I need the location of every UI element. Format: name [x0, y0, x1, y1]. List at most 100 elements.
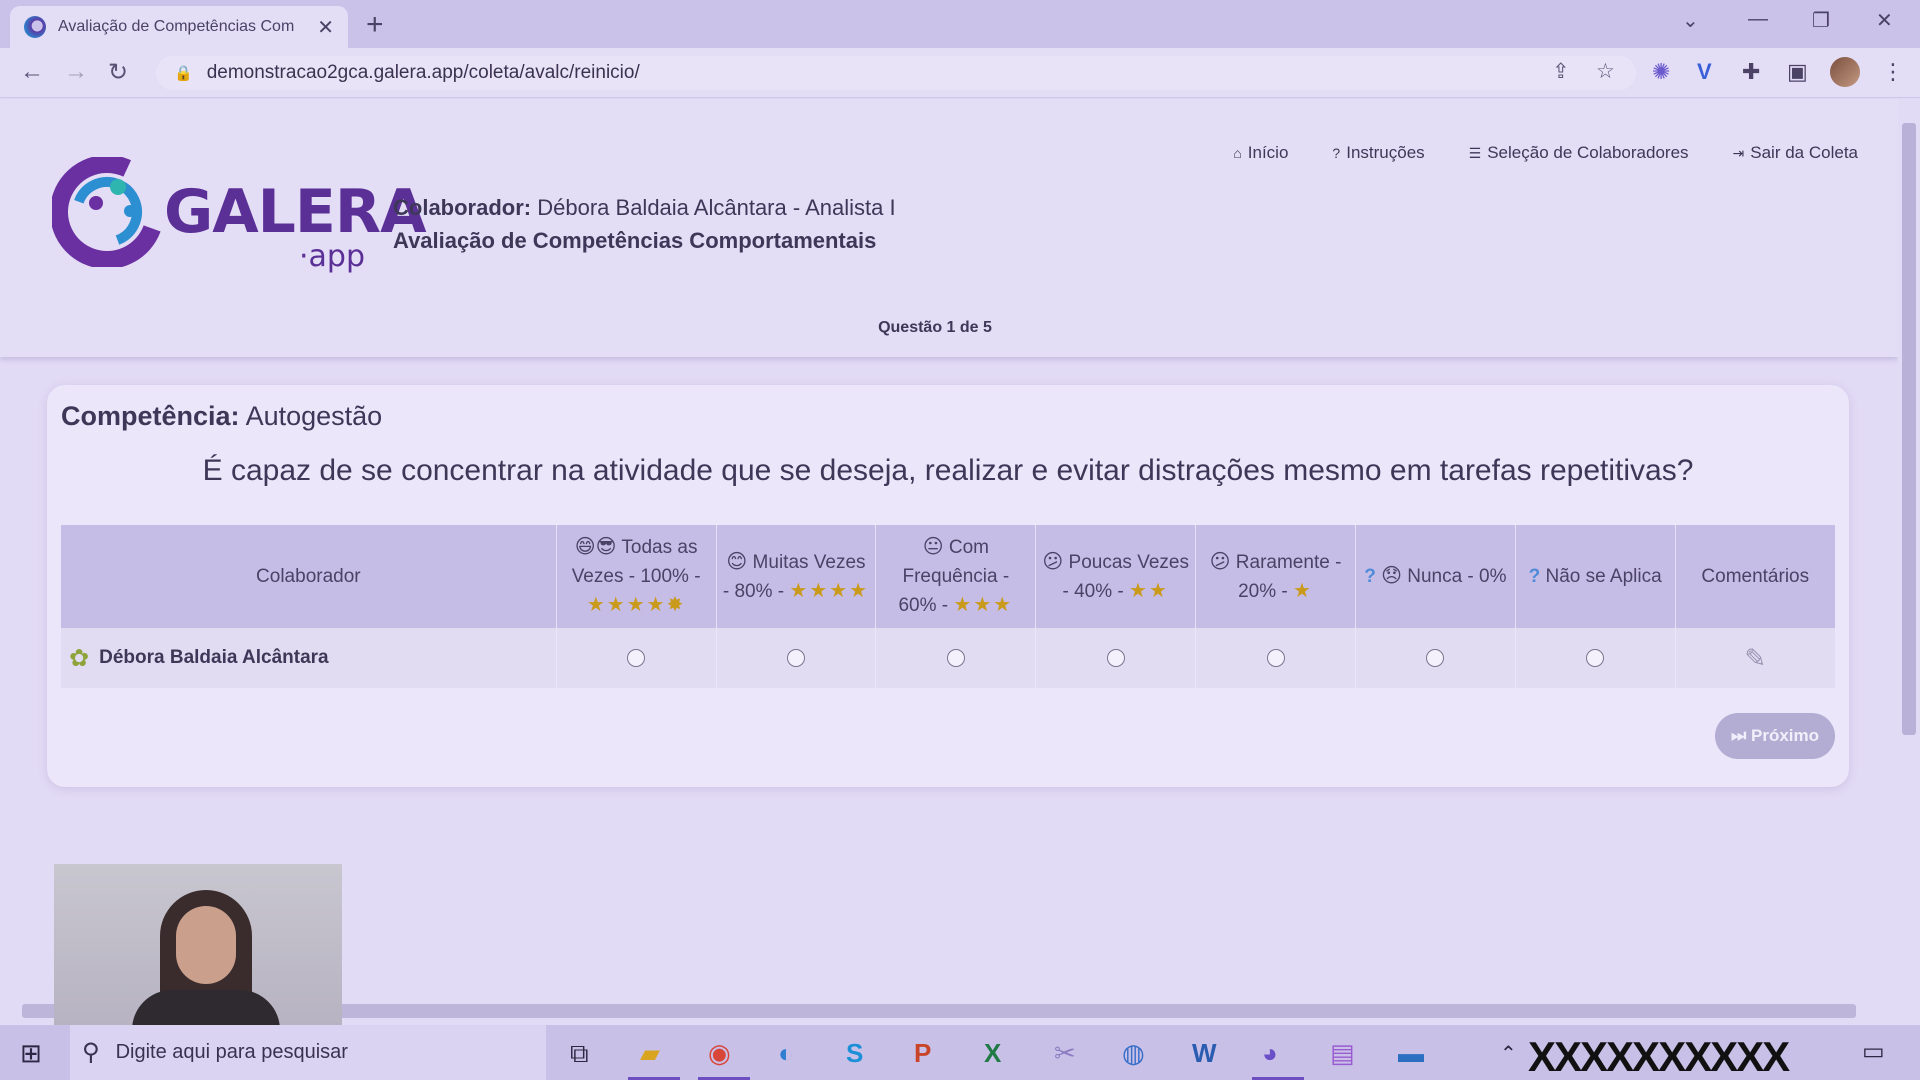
galera-favicon-icon — [24, 16, 46, 38]
windows-start-icon[interactable]: ⊞ — [20, 1038, 42, 1069]
tray-redaction: XXXXXXXXXX — [1528, 1033, 1790, 1080]
question-mark-icon: ? — [1364, 566, 1376, 587]
menu-icon[interactable]: ⋮ — [1882, 59, 1904, 85]
col-raramente-label: Raramente - 20% - — [1235, 551, 1342, 602]
forward-button[interactable]: → — [64, 58, 88, 86]
video-app-icon[interactable]: ▤ — [1330, 1038, 1355, 1069]
worried-emoji-icon: 😕 — [1209, 550, 1231, 573]
evaluation-card: Competência: Autogestão É capaz de se co… — [47, 385, 1849, 787]
competencia-label: Competência: — [61, 401, 240, 431]
back-button[interactable]: ← — [20, 58, 44, 86]
colaborador-name: Débora Baldaia Alcântara — [99, 647, 329, 668]
evaluation-table: Colaborador 😄😎 Todas as Vezes - 100% - ★… — [61, 525, 1835, 688]
excel-icon[interactable]: X — [984, 1038, 1001, 1069]
presenter-body — [132, 990, 280, 1026]
new-tab-button[interactable]: + — [366, 8, 384, 42]
nav-sair-coleta[interactable]: ⇥ Sair da Coleta — [1733, 143, 1858, 163]
app-icon[interactable]: ◍ — [1122, 1038, 1145, 1069]
skype-icon[interactable]: S — [846, 1038, 863, 1069]
stars-icon: ★★★★✸ — [586, 594, 686, 616]
col-nao-aplica-label: Não se Aplica — [1545, 566, 1662, 587]
page-header: GALERA ·app Colaborador: Débora Baldaia … — [0, 99, 1898, 357]
competencia-heading: Competência: Autogestão — [61, 401, 382, 432]
sidebar-icon[interactable]: ▣ — [1787, 59, 1808, 85]
colaborador-value: Débora Baldaia Alcântara - Analista I — [537, 195, 896, 220]
notification-icon[interactable]: ▭ — [1862, 1037, 1885, 1066]
col-nunca: ? 😞 Nunca - 0% — [1355, 525, 1516, 628]
minimize-button[interactable]: — — [1748, 8, 1768, 31]
radio-raramente[interactable] — [1266, 648, 1285, 667]
radio-todas-as-vezes[interactable] — [627, 648, 646, 667]
radio-nunca[interactable] — [1426, 648, 1445, 667]
col-poucas-label: Poucas Vezes - 40% - — [1062, 551, 1189, 602]
table-row: ✿ Débora Baldaia Alcântara ✎ — [61, 628, 1835, 688]
snipping-tool-icon[interactable]: ✂ — [1054, 1038, 1076, 1069]
task-view-icon[interactable]: ⧉ — [570, 1038, 589, 1070]
presenter-face — [176, 906, 236, 984]
browser-tab[interactable]: Avaliação de Competências Com ✕ — [10, 6, 348, 48]
next-button[interactable]: ⏭ Próximo — [1715, 713, 1835, 759]
taskbar-search[interactable]: ⚲ Digite aqui para pesquisar — [70, 1025, 546, 1080]
bookmark-star-icon[interactable]: ☆ — [1596, 59, 1615, 84]
stars-icon: ★★ — [1129, 579, 1169, 602]
colaborador-label: Colaborador: — [393, 195, 532, 220]
tab-search-dropdown-icon[interactable]: ⌄ — [1682, 8, 1699, 33]
radio-nao-se-aplica[interactable] — [1586, 648, 1605, 667]
browser-tabbar: Avaliação de Competências Com ✕ + ⌄ — ❐ … — [0, 0, 1920, 48]
sign-out-icon: ⇥ — [1732, 144, 1745, 161]
neutral-emoji-icon: 😐 — [922, 536, 944, 558]
radio-poucas-vezes[interactable] — [1106, 648, 1125, 667]
vimeo-icon[interactable]: V — [1697, 59, 1712, 85]
list-icon: ☰ — [1468, 144, 1482, 161]
restore-button[interactable]: ❐ — [1812, 8, 1830, 33]
competencia-value: Autogestão — [245, 401, 383, 431]
top-navigation: ⌂ Início ? Instruções ☰ Seleção de Colab… — [1233, 143, 1858, 163]
radio-muitas-vezes[interactable] — [786, 648, 805, 667]
nav-sair-label: Sair da Coleta — [1750, 143, 1858, 162]
radio-cell-raramente — [1195, 628, 1356, 688]
edit-comment-icon[interactable]: ✎ — [1744, 643, 1766, 673]
close-tab-icon[interactable]: ✕ — [317, 15, 334, 40]
chrome-icon[interactable]: ◉ — [708, 1038, 731, 1069]
powerpoint-icon[interactable]: P — [914, 1038, 931, 1069]
nav-selecao-colaboradores[interactable]: ☰ Seleção de Colaboradores — [1469, 143, 1689, 163]
tray-chevron-icon[interactable]: ⌃ — [1500, 1041, 1517, 1066]
profile-avatar[interactable] — [1830, 57, 1860, 87]
extension-icon[interactable]: ✺ — [1652, 59, 1670, 85]
vertical-scrollbar[interactable] — [1898, 99, 1920, 997]
col-comentarios: Comentários — [1675, 525, 1835, 628]
close-window-button[interactable]: ✕ — [1876, 8, 1893, 33]
table-header-row: Colaborador 😄😎 Todas as Vezes - 100% - ★… — [61, 525, 1835, 628]
edge-icon[interactable]: ◐ — [778, 1038, 794, 1069]
nav-inicio-label: Início — [1247, 143, 1289, 162]
col-nunca-label: Nunca - 0% — [1407, 566, 1507, 587]
question-counter: Questão 1 de 5 — [878, 319, 992, 336]
happy-emoji-icon: 😄😎 — [574, 536, 617, 558]
home-icon: ⌂ — [1233, 145, 1242, 161]
galera-logo-icon — [52, 157, 162, 267]
radio-cell-poucas — [1035, 628, 1197, 688]
col-com-frequencia: 😐 Com Frequência - 60% - ★★★ — [875, 525, 1037, 628]
address-bar[interactable]: 🔒 demonstracao2gca.galera.app/coleta/ava… — [156, 56, 1636, 90]
radio-cell-frequencia — [875, 628, 1037, 688]
col-poucas-vezes: 😕 Poucas Vezes - 40% - ★★ — [1035, 525, 1197, 628]
nav-instrucoes-label: Instruções — [1346, 143, 1425, 162]
monitor-app-icon[interactable]: ▬ — [1398, 1038, 1424, 1069]
word-icon[interactable]: W — [1192, 1038, 1217, 1069]
header-info: Colaborador: Débora Baldaia Alcântara - … — [393, 191, 896, 257]
col-muitas-vezes: 😊 Muitas Vezes - 80% - ★★★★ — [716, 525, 877, 628]
radio-com-frequencia[interactable] — [946, 648, 965, 667]
sad-emoji-icon: 😞 — [1381, 565, 1402, 587]
chat-app-icon[interactable]: ◕ — [1262, 1038, 1278, 1069]
galera-logo[interactable]: GALERA ·app — [52, 157, 427, 277]
puzzle-icon[interactable]: ✚ — [1742, 59, 1760, 85]
nav-inicio[interactable]: ⌂ Início — [1233, 143, 1288, 163]
logo-text: GALERA — [164, 177, 427, 247]
reload-button[interactable]: ↻ — [108, 58, 128, 87]
radio-cell-todas — [556, 628, 717, 688]
file-explorer-icon[interactable]: ▰ — [640, 1038, 660, 1069]
search-icon: ⚲ — [82, 1039, 100, 1066]
share-icon[interactable]: ⇪ — [1552, 59, 1570, 84]
nav-instrucoes[interactable]: ? Instruções — [1332, 143, 1424, 163]
vertical-scroll-thumb[interactable] — [1902, 123, 1916, 735]
